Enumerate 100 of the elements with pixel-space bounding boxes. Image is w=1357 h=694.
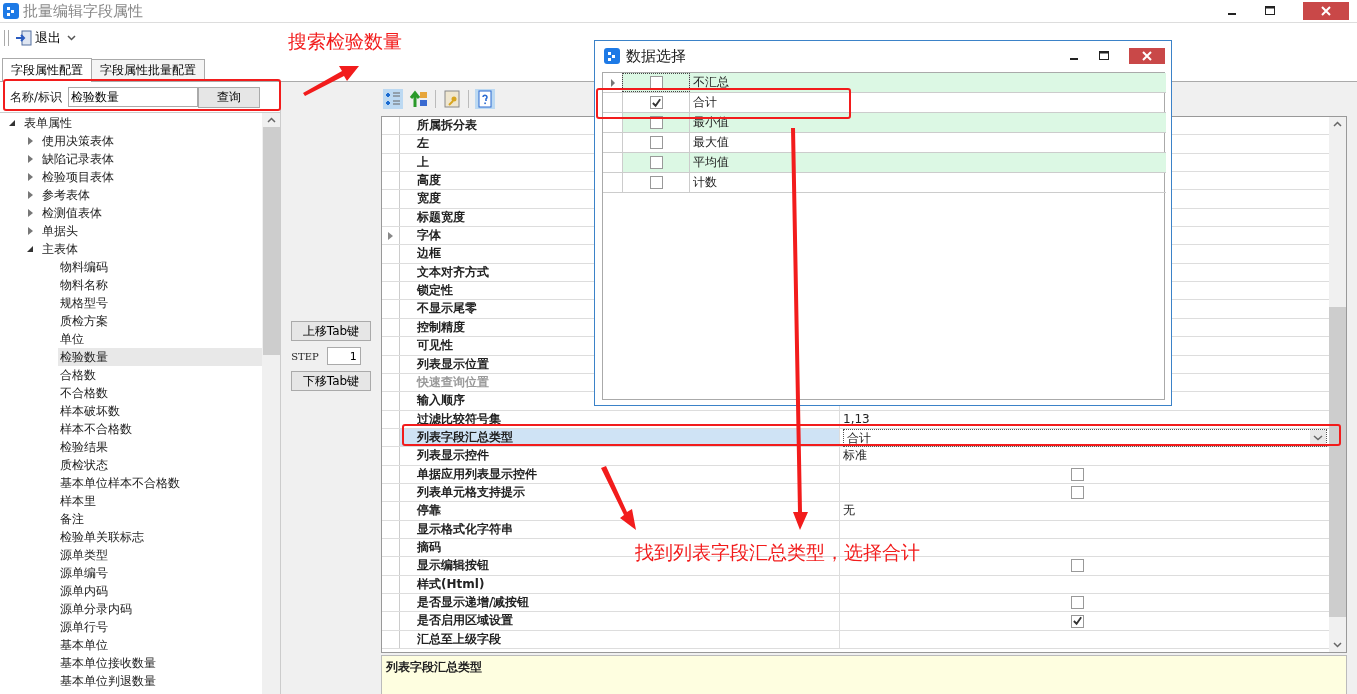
property-name[interactable]: 左 — [400, 135, 429, 153]
property-name[interactable]: 宽度 — [400, 190, 441, 208]
close-button[interactable] — [1303, 2, 1349, 20]
tree-item[interactable]: 检测值表体 — [40, 204, 104, 222]
tree-item[interactable]: 检验单关联标志 — [58, 528, 146, 546]
tree-item[interactable]: 质检状态 — [58, 456, 110, 474]
property-name[interactable]: 锁定性 — [400, 282, 453, 300]
step-field[interactable]: 1 — [326, 347, 361, 365]
property-name[interactable]: 控制精度 — [400, 318, 465, 336]
property-name[interactable]: 上 — [400, 153, 429, 171]
property-name[interactable]: 显示编辑按钮 — [400, 557, 489, 575]
checkbox[interactable] — [1071, 614, 1084, 628]
property-name[interactable]: 摘码 — [400, 538, 441, 556]
tree-item[interactable]: 样本里 — [58, 492, 98, 510]
tree-item[interactable]: 质检方案 — [58, 312, 110, 330]
collapsed-arrow-icon[interactable] — [28, 173, 33, 181]
property-name[interactable]: 字体 — [400, 227, 441, 245]
property-name[interactable]: 汇总至上级字段 — [400, 630, 501, 648]
scrollbar[interactable] — [1329, 117, 1346, 653]
expanded-arrow-icon[interactable] — [27, 246, 33, 252]
scroll-up-icon[interactable] — [266, 117, 276, 123]
collapsed-arrow-icon[interactable] — [28, 191, 33, 199]
search-field[interactable]: 检验数量 — [68, 87, 199, 107]
tree-item[interactable]: 参考表体 — [40, 186, 92, 204]
exit-button[interactable]: 退出 — [13, 29, 63, 47]
tree-item[interactable]: 基本单位样本不合格数 — [58, 474, 182, 492]
checkbox[interactable] — [649, 176, 663, 189]
help-icon[interactable] — [475, 89, 495, 109]
tree-item[interactable]: 使用决策表体 — [40, 132, 116, 150]
checkbox[interactable] — [649, 156, 663, 169]
tree-item[interactable]: 物料编码 — [58, 258, 110, 276]
checkbox[interactable] — [1071, 596, 1084, 610]
maximize-icon[interactable] — [1099, 51, 1109, 61]
property-name[interactable]: 边框 — [400, 245, 441, 263]
property-name[interactable]: 列表单元格支持提示 — [400, 483, 525, 501]
collapsed-arrow-icon[interactable] — [28, 227, 33, 235]
scroll-up-icon[interactable] — [1333, 121, 1342, 128]
property-name[interactable]: 停靠 — [400, 502, 441, 520]
query-button[interactable]: 查询 — [198, 86, 261, 108]
option-label[interactable]: 合计 — [690, 93, 1166, 112]
option-label[interactable]: 最大值 — [690, 133, 1166, 152]
option-label[interactable]: 不汇总 — [690, 73, 1166, 92]
property-name[interactable]: 样式(Html) — [400, 575, 485, 593]
expanded-arrow-icon[interactable] — [9, 120, 15, 126]
sort-icon[interactable] — [409, 89, 429, 109]
tree-item[interactable]: 检验项目表体 — [40, 168, 116, 186]
tree-item[interactable]: 基本单位判退数量 — [58, 672, 158, 690]
close-button[interactable] — [1129, 48, 1165, 64]
tree-item[interactable]: 规格型号 — [58, 294, 110, 312]
tree-item[interactable]: 源单分录内码 — [58, 600, 134, 618]
tree-item[interactable]: 检验结果 — [58, 438, 110, 456]
dropdown-field[interactable]: 合计 — [843, 428, 1327, 447]
property-name[interactable]: 是否启用区域设置 — [400, 612, 513, 630]
tab[interactable]: 字段属性配置 — [2, 58, 92, 82]
tree-item[interactable]: 样本破坏数 — [58, 402, 122, 420]
tree-item[interactable]: 表单属性 — [22, 114, 74, 132]
tree-item[interactable]: 备注 — [58, 510, 86, 528]
maximize-icon[interactable] — [1265, 6, 1275, 16]
property-name[interactable]: 文本对齐方式 — [400, 263, 489, 281]
tree-item[interactable]: 源单编号 — [58, 564, 110, 582]
scrollbar[interactable] — [262, 113, 280, 694]
tree-item[interactable]: 基本单位接收数量 — [58, 654, 158, 672]
tree-item[interactable]: 基本单位 — [58, 636, 110, 654]
option-label[interactable]: 平均值 — [690, 153, 1166, 172]
option-label[interactable]: 计数 — [690, 173, 1166, 192]
tree-item[interactable]: 不合格数 — [58, 384, 110, 402]
tree-item[interactable]: 源单内码 — [58, 582, 110, 600]
tree-item[interactable]: 样本不合格数 — [58, 420, 134, 438]
tree-item[interactable]: 主表体 — [40, 240, 80, 258]
property-name[interactable]: 所属拆分表 — [400, 117, 477, 135]
property-name[interactable]: 单据应用列表显示控件 — [400, 465, 537, 483]
checkbox[interactable] — [649, 136, 663, 149]
property-name[interactable]: 显示格式化字符串 — [400, 520, 513, 538]
move-down-button[interactable]: 下移Tab键 — [291, 371, 371, 391]
property-name[interactable]: 列表显示位置 — [400, 355, 489, 373]
property-name[interactable]: 高度 — [400, 172, 441, 190]
checkbox[interactable] — [649, 96, 663, 109]
tree-item[interactable]: 合格数 — [58, 366, 98, 384]
tree-item[interactable]: 源单类型 — [58, 546, 110, 564]
property-name[interactable]: 输入顺序 — [400, 392, 465, 410]
property-name[interactable]: 是否显示递增/减按钮 — [400, 594, 530, 611]
property-name[interactable]: 列表显示控件 — [400, 447, 489, 465]
dropdown-caret-icon[interactable] — [67, 35, 76, 41]
tree-item[interactable]: 缺陷记录表体 — [40, 150, 116, 168]
categorized-icon[interactable] — [383, 89, 403, 109]
checkbox[interactable] — [1071, 486, 1084, 500]
tree-item[interactable]: 单位 — [58, 330, 86, 348]
collapsed-arrow-icon[interactable] — [28, 137, 33, 145]
tree-item[interactable]: 单据头 — [40, 222, 80, 240]
collapsed-arrow-icon[interactable] — [28, 209, 33, 217]
expand-arrow-icon[interactable] — [388, 231, 393, 240]
move-up-button[interactable]: 上移Tab键 — [291, 321, 371, 341]
scroll-down-icon[interactable] — [1333, 642, 1342, 649]
checkbox[interactable] — [1071, 559, 1084, 573]
property-name[interactable]: 不显示尾零 — [400, 300, 477, 318]
collapsed-arrow-icon[interactable] — [28, 155, 33, 163]
checkbox[interactable] — [1071, 467, 1084, 481]
tree-item[interactable]: 检验数量 — [57, 348, 262, 366]
tree-item[interactable]: 源单行号 — [58, 618, 110, 636]
tree-item[interactable]: 物料名称 — [58, 276, 110, 294]
